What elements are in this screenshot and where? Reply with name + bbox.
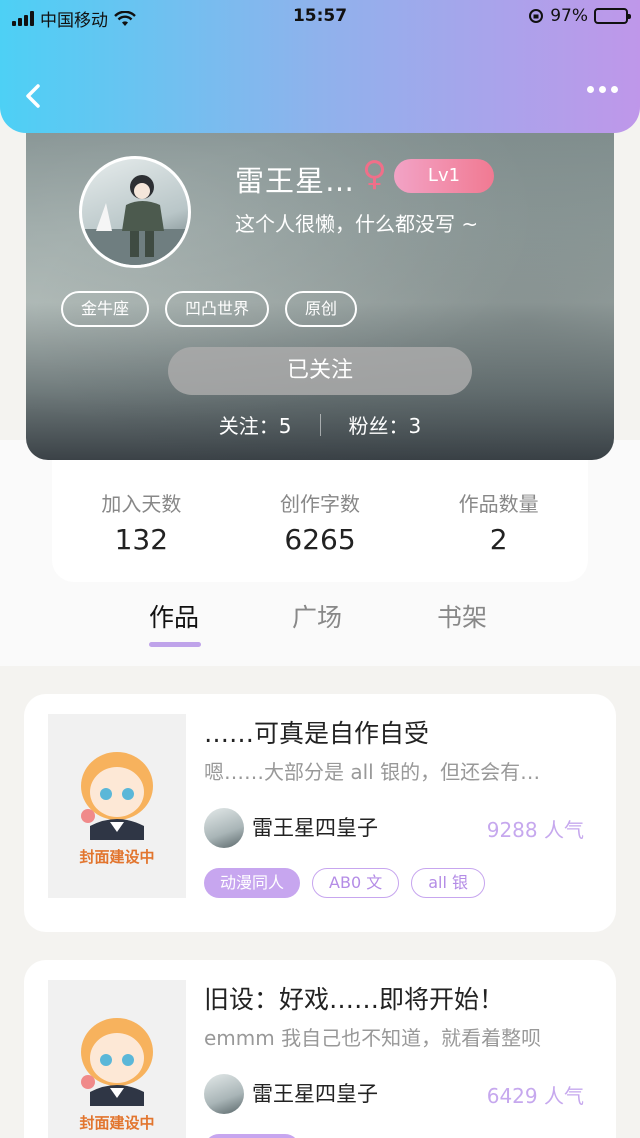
nickname: 雷王星… <box>235 164 356 198</box>
follow-button[interactable]: 已关注 <box>168 347 472 395</box>
stats-card: 加入天数 132 创作字数 6265 作品数量 2 <box>52 440 588 582</box>
work-card[interactable]: 封面建设中 ……可真是自作自受 嗯……大部分是 all 银的，但还会有… 雷王星… <box>24 694 616 932</box>
back-button[interactable] <box>20 80 48 112</box>
work-title: 旧设：好戏……即将开始！ <box>204 985 505 1014</box>
profile-tag[interactable]: 金牛座 <box>61 291 150 327</box>
cover-text: 封面建设中 <box>79 848 155 866</box>
work-tags: 动漫同人 AB0 文 all 银 <box>204 868 486 898</box>
avatar[interactable] <box>79 156 191 268</box>
battery-icon <box>594 8 631 24</box>
bio: 这个人很懒，什么都没写 ~ <box>235 212 479 236</box>
tab-works[interactable]: 作品 <box>149 598 199 634</box>
tab-bookshelf[interactable]: 书架 <box>437 598 487 634</box>
chevron-left-icon <box>26 84 40 108</box>
stat-join-days: 加入天数 132 <box>52 488 231 582</box>
stat-value: 2 <box>489 523 508 556</box>
cover-text: 封面建设中 <box>79 1114 155 1132</box>
stat-work-count: 作品数量 2 <box>409 488 588 582</box>
work-summary: emmm 我自己也不知道，就看着整呗 <box>204 1026 542 1050</box>
stat-label: 作品数量 <box>458 492 539 516</box>
female-icon: ♀ <box>362 154 387 194</box>
orientation-lock-icon <box>529 9 544 23</box>
tab-bar: 作品 广场 书架 <box>0 598 640 658</box>
stat-value: 6265 <box>284 523 356 556</box>
work-tag[interactable]: 动漫同人 <box>204 868 301 898</box>
work-summary: 嗯……大部分是 all 银的，但还会有… <box>204 760 541 784</box>
status-bar: 中国移动 15:57 97% <box>0 0 640 34</box>
author-avatar <box>204 1074 244 1114</box>
author-name: 雷王星四皇子 <box>252 816 378 840</box>
work-tag[interactable]: AB0 文 <box>312 868 400 898</box>
more-button[interactable] <box>587 86 618 93</box>
stat-word-count: 创作字数 6265 <box>231 488 410 582</box>
stat-label: 创作字数 <box>280 492 360 516</box>
cover-placeholder[interactable]: 封面建设中 <box>48 980 186 1138</box>
work-tags <box>204 1134 300 1138</box>
work-title: ……可真是自作自受 <box>204 719 430 748</box>
tab-square[interactable]: 广场 <box>292 598 342 634</box>
work-tag[interactable] <box>204 1134 300 1138</box>
work-tag[interactable]: all 银 <box>411 868 486 898</box>
author-avatar <box>204 808 244 848</box>
profile-tags: 金牛座 凹凸世界 原创 <box>61 291 358 327</box>
avatar-illustration <box>82 175 188 265</box>
profile-tag[interactable]: 原创 <box>285 291 358 327</box>
follow-counts: 关注：5 粉丝：3 <box>26 410 614 439</box>
profile-tag[interactable]: 凹凸世界 <box>165 291 270 327</box>
popularity: 9288 人气 <box>486 818 584 842</box>
stat-value: 132 <box>114 523 169 556</box>
tab-active-indicator <box>149 642 201 647</box>
following-count[interactable]: 关注：5 <box>219 410 292 439</box>
popularity: 6429 人气 <box>486 1084 584 1108</box>
divider <box>319 413 321 436</box>
cover-mascot-image <box>81 1018 153 1106</box>
level-badge: Lv1 <box>394 159 494 193</box>
cover-mascot-image <box>81 752 153 840</box>
work-card[interactable]: 封面建设中 旧设：好戏……即将开始！ emmm 我自己也不知道，就看着整呗 雷王… <box>24 960 616 1138</box>
stat-label: 加入天数 <box>101 492 182 516</box>
followers-count[interactable]: 粉丝：3 <box>349 410 422 439</box>
profile-card: 雷王星… ♀ Lv1 这个人很懒，什么都没写 ~ 金牛座 凹凸世界 原创 已关注… <box>26 110 614 460</box>
header: 中国移动 15:57 97% <box>0 0 640 133</box>
cover-placeholder[interactable]: 封面建设中 <box>48 714 186 898</box>
author-name: 雷王星四皇子 <box>252 1082 378 1106</box>
battery-percent: 97% <box>550 6 588 26</box>
